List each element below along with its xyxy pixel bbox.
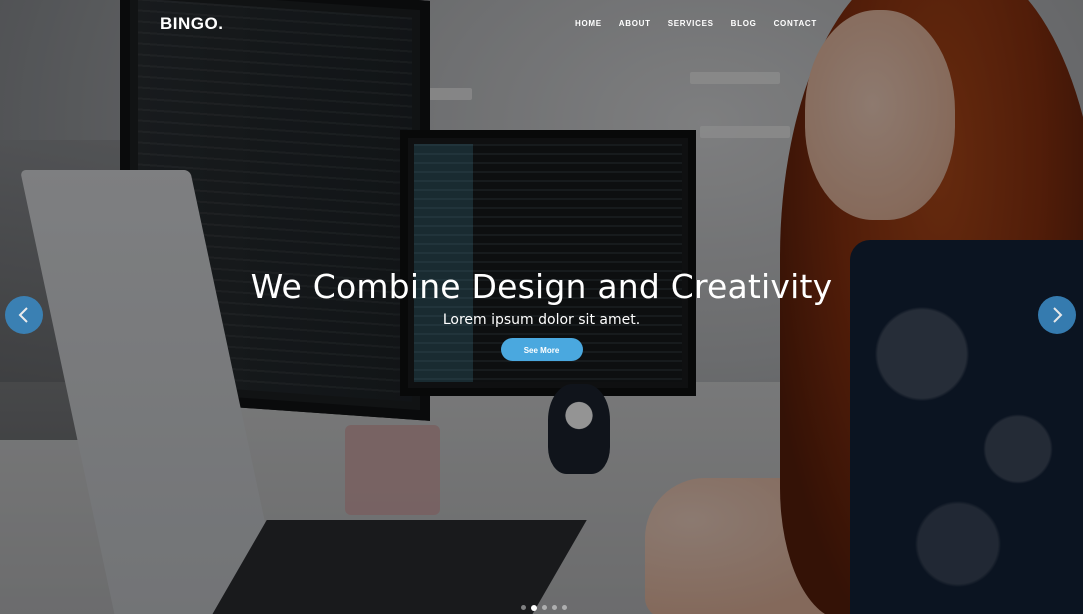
see-more-button[interactable]: See More [500, 338, 583, 361]
site-logo[interactable]: BINGO. [160, 14, 223, 34]
carousel-dot[interactable] [562, 605, 567, 610]
carousel-dot-active[interactable] [531, 604, 537, 611]
chevron-left-icon [18, 307, 28, 323]
site-header: BINGO. HOME ABOUT SERVICES BLOG CONTACT [0, 0, 1083, 50]
carousel-dot[interactable] [521, 605, 526, 610]
hero-subtitle: Lorem ipsum dolor sit amet. [442, 312, 641, 328]
hero-slider: BINGO. HOME ABOUT SERVICES BLOG CONTACT … [0, 0, 1083, 614]
nav-home[interactable]: HOME [575, 19, 602, 28]
chevron-right-icon [1053, 307, 1063, 323]
main-nav: HOME ABOUT SERVICES BLOG CONTACT [575, 19, 817, 28]
carousel-next-button[interactable] [1038, 296, 1076, 334]
hero-title: We Combine Design and Creativity [250, 267, 833, 306]
carousel-prev-button[interactable] [5, 296, 43, 334]
nav-blog[interactable]: BLOG [731, 19, 757, 28]
carousel-dots [521, 604, 567, 611]
nav-services[interactable]: SERVICES [668, 19, 714, 28]
nav-about[interactable]: ABOUT [619, 19, 651, 28]
carousel-dot[interactable] [552, 605, 557, 610]
carousel-dot[interactable] [542, 605, 547, 610]
nav-contact[interactable]: CONTACT [774, 19, 817, 28]
hero-content: We Combine Design and Creativity Lorem i… [0, 267, 1083, 361]
